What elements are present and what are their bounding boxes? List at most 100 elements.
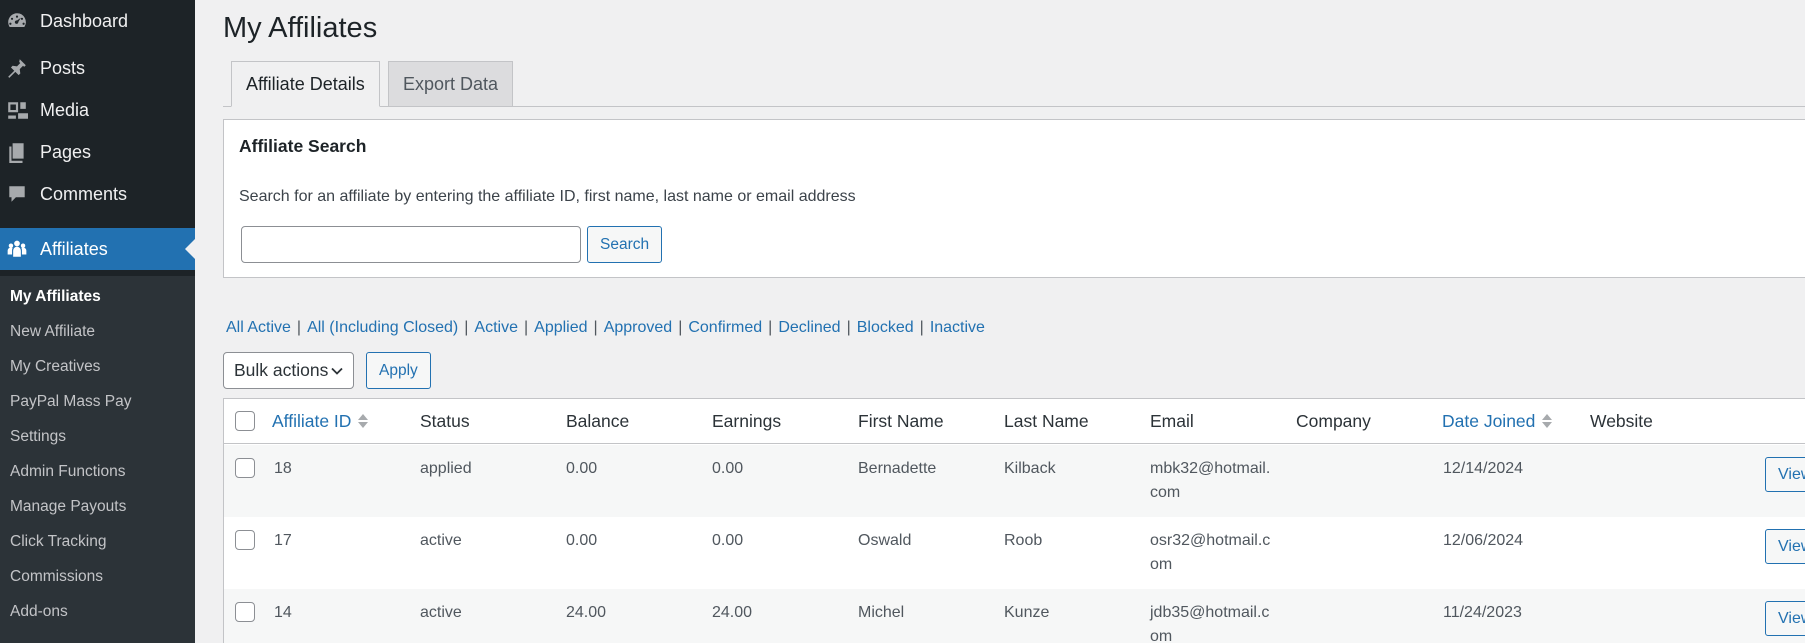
- row-checkbox[interactable]: [235, 458, 255, 478]
- cell-email: mbk32@hotmail.com: [1150, 460, 1271, 501]
- submenu-new-affiliate[interactable]: New Affiliate: [10, 323, 95, 341]
- submenu-my-creatives[interactable]: My Creatives: [10, 358, 100, 376]
- filter-confirmed[interactable]: Confirmed: [688, 319, 762, 336]
- view-button[interactable]: View: [1765, 601, 1805, 636]
- menu-item-affiliates[interactable]: Affiliates: [0, 228, 195, 270]
- pages-icon: [4, 141, 30, 163]
- cell-last-name: Roob: [1004, 532, 1043, 549]
- tab-export-data[interactable]: Export Data: [388, 61, 514, 107]
- dashboard-icon: [4, 10, 30, 32]
- bulk-actions-select[interactable]: Bulk actions: [223, 352, 354, 389]
- table-row: 14 active 24.00 24.00 Michel Kunze jdb35…: [224, 589, 1805, 643]
- filter-inactive[interactable]: Inactive: [930, 319, 985, 336]
- menu-item-posts[interactable]: Posts: [0, 47, 195, 89]
- cell-earnings: 24.00: [712, 604, 753, 621]
- groups-icon: [4, 238, 30, 260]
- status-filters: All Active | All (Including Closed) | Active…: [226, 319, 985, 337]
- menu-label-posts: Posts: [40, 57, 86, 78]
- cell-date-joined: 12/06/2024: [1443, 532, 1524, 549]
- cell-balance: 0.00: [566, 460, 598, 477]
- cell-affiliate-id: 18: [274, 460, 292, 477]
- sort-icon: [358, 414, 369, 428]
- filter-separator: |: [296, 319, 302, 336]
- view-button[interactable]: View: [1765, 457, 1805, 492]
- row-checkbox[interactable]: [235, 530, 255, 550]
- filter-approved[interactable]: Approved: [604, 319, 673, 336]
- search-input[interactable]: [241, 226, 581, 263]
- menu-label-dashboard: Dashboard: [40, 10, 129, 31]
- menu-label-pages: Pages: [40, 141, 92, 162]
- column-date-joined[interactable]: Date Joined: [1442, 411, 1553, 432]
- filter-all-active[interactable]: All Active: [226, 319, 291, 336]
- row-checkbox[interactable]: [235, 602, 255, 622]
- cell-last-name: Kilback: [1004, 460, 1056, 477]
- menu-item-pages[interactable]: Pages: [0, 131, 195, 173]
- submenu-click-tracking[interactable]: Click Tracking: [10, 533, 106, 551]
- tabs-divider: [223, 106, 1805, 107]
- comment-icon: [4, 183, 30, 205]
- column-affiliate-id[interactable]: Affiliate ID: [272, 411, 369, 432]
- column-email: Email: [1150, 411, 1194, 431]
- submenu-commissions[interactable]: Commissions: [10, 568, 103, 586]
- affiliate-search-panel: Affiliate Search Search for an affiliate…: [223, 119, 1805, 278]
- admin-sidebar: Dashboard Posts Media Pages Comments Aff…: [0, 0, 195, 643]
- column-balance: Balance: [566, 411, 630, 431]
- filter-all-including-closed[interactable]: All (Including Closed): [307, 319, 458, 336]
- media-icon: [4, 99, 30, 121]
- filter-separator: |: [919, 319, 924, 336]
- filter-separator: |: [678, 319, 683, 336]
- menu-label-affiliates: Affiliates: [40, 238, 108, 259]
- menu-label-comments: Comments: [40, 183, 128, 204]
- cell-first-name: Oswald: [858, 532, 912, 549]
- cell-affiliate-id: 17: [274, 532, 292, 549]
- apply-button[interactable]: Apply: [366, 352, 431, 389]
- view-button[interactable]: View: [1765, 529, 1805, 564]
- chevron-down-icon: [331, 367, 343, 375]
- filter-separator: |: [846, 319, 851, 336]
- table-row: 17 active 0.00 0.00 Oswald Roob osr32@ho…: [224, 517, 1805, 589]
- affiliates-submenu: My Affiliates New Affiliate My Creatives…: [0, 276, 195, 643]
- bulk-actions-value: Bulk actions: [234, 360, 329, 380]
- search-description: Search for an affiliate by entering the …: [239, 188, 856, 205]
- submenu-settings[interactable]: Settings: [10, 428, 66, 446]
- submenu-admin-functions[interactable]: Admin Functions: [10, 463, 125, 481]
- cell-status: applied: [420, 460, 472, 477]
- select-all-checkbox[interactable]: [235, 411, 255, 431]
- column-website: Website: [1590, 411, 1653, 431]
- column-last-name: Last Name: [1004, 411, 1089, 431]
- page-title: My Affiliates: [223, 12, 378, 44]
- cell-earnings: 0.00: [712, 460, 744, 477]
- filter-separator: |: [768, 319, 773, 336]
- filter-separator: |: [593, 319, 598, 336]
- menu-item-dashboard[interactable]: Dashboard: [0, 0, 195, 42]
- column-earnings: Earnings: [712, 411, 782, 431]
- cell-status: active: [420, 604, 462, 621]
- cell-balance: 0.00: [566, 532, 598, 549]
- table-header: Affiliate ID Status Balance Earnings Fir…: [224, 399, 1805, 444]
- sort-icon: [1542, 414, 1553, 428]
- column-first-name: First Name: [858, 411, 944, 431]
- submenu-paypal-mass-pay[interactable]: PayPal Mass Pay: [10, 393, 131, 411]
- pin-icon: [4, 57, 30, 79]
- cell-first-name: Michel: [858, 604, 905, 621]
- menu-item-media[interactable]: Media: [0, 89, 195, 131]
- menu-label-media: Media: [40, 99, 90, 120]
- filter-applied[interactable]: Applied: [534, 319, 587, 336]
- column-company: Company: [1296, 411, 1371, 431]
- menu-item-comments[interactable]: Comments: [0, 173, 195, 215]
- cell-last-name: Kunze: [1004, 604, 1050, 621]
- search-heading: Affiliate Search: [239, 136, 367, 156]
- cell-earnings: 0.00: [712, 532, 744, 549]
- submenu-add-ons[interactable]: Add-ons: [10, 603, 68, 621]
- tab-affiliate-details[interactable]: Affiliate Details: [231, 61, 380, 107]
- search-button[interactable]: Search: [587, 226, 663, 263]
- cell-first-name: Bernadette: [858, 460, 937, 477]
- submenu-manage-payouts[interactable]: Manage Payouts: [10, 498, 126, 516]
- submenu-my-affiliates[interactable]: My Affiliates: [10, 288, 101, 306]
- filter-declined[interactable]: Declined: [778, 319, 840, 336]
- cell-status: active: [420, 532, 462, 549]
- affiliates-table: Affiliate ID Status Balance Earnings Fir…: [223, 398, 1805, 643]
- cell-email: jdb35@hotmail.com: [1150, 604, 1270, 643]
- filter-blocked[interactable]: Blocked: [857, 319, 914, 336]
- filter-active[interactable]: Active: [474, 319, 518, 336]
